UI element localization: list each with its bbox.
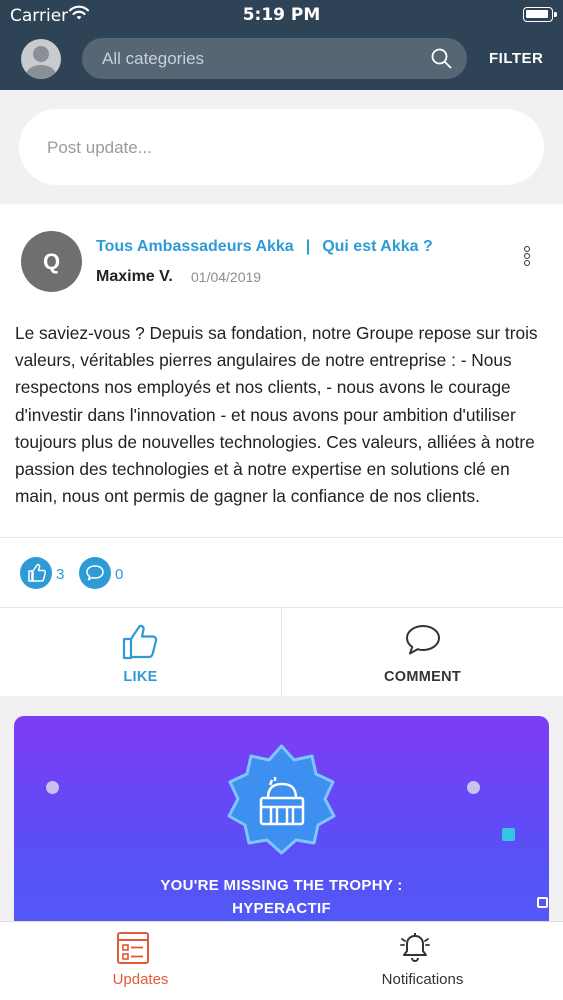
decor-dot [46,781,59,794]
search-placeholder: All categories [102,49,205,68]
trophy-badge-icon [223,744,340,866]
bell-icon [398,931,432,970]
trophy-line-1: YOU'RE MISSING THE TROPHY : [160,877,403,894]
post-update-input[interactable]: Post update... [19,109,544,185]
like-count-icon[interactable] [20,557,52,589]
search-icon[interactable] [431,48,452,74]
decor-dot [467,781,480,794]
divider [0,537,563,538]
app-header: Carrier 5:19 PM All categories FILTER [0,0,563,90]
clock: 5:19 PM [242,5,321,25]
group-link-1[interactable]: Tous Ambassadeurs Akka [96,238,294,255]
updates-list-icon [116,931,150,970]
more-options-icon[interactable] [522,246,532,268]
comment-button[interactable]: COMMENT [282,608,563,696]
profile-avatar[interactable] [21,39,61,79]
like-count: 3 [56,566,65,583]
like-label: LIKE [123,669,158,685]
like-button[interactable]: LIKE [0,608,281,696]
post-date: 01/04/2019 [191,269,262,285]
tab-notifications-label: Notifications [381,971,464,988]
tab-bar: Updates Notifications [0,921,563,1000]
comment-icon [405,624,441,661]
post-update-placeholder: Post update... [47,138,152,157]
group-link-2[interactable]: Qui est Akka ? [322,238,433,255]
tab-notifications[interactable]: Notifications [282,922,563,1000]
status-bar: Carrier 5:19 PM [0,0,563,30]
author-avatar[interactable]: Q [21,231,82,292]
battery-icon [523,7,557,22]
filter-button[interactable]: FILTER [489,50,543,67]
comment-count-icon[interactable] [79,557,111,589]
search-input[interactable]: All categories [82,38,467,79]
author-name[interactable]: Maxime V. [96,268,173,286]
trophy-card[interactable]: YOU'RE MISSING THE TROPHY : HYPERACTIF [14,716,549,956]
tab-updates[interactable]: Updates [0,922,281,1000]
decor-square [502,828,515,841]
comment-count: 0 [115,566,124,583]
group-separator: | [305,238,311,255]
thumbs-up-icon [121,624,161,665]
post-groups: Tous Ambassadeurs Akka | Qui est Akka ? [96,238,433,256]
post-body: Le saviez-vous ? Depuis sa fondation, no… [15,323,538,507]
tab-updates-label: Updates [112,971,169,988]
comment-label: COMMENT [383,669,461,685]
trophy-line-2: HYPERACTIF [232,900,331,917]
